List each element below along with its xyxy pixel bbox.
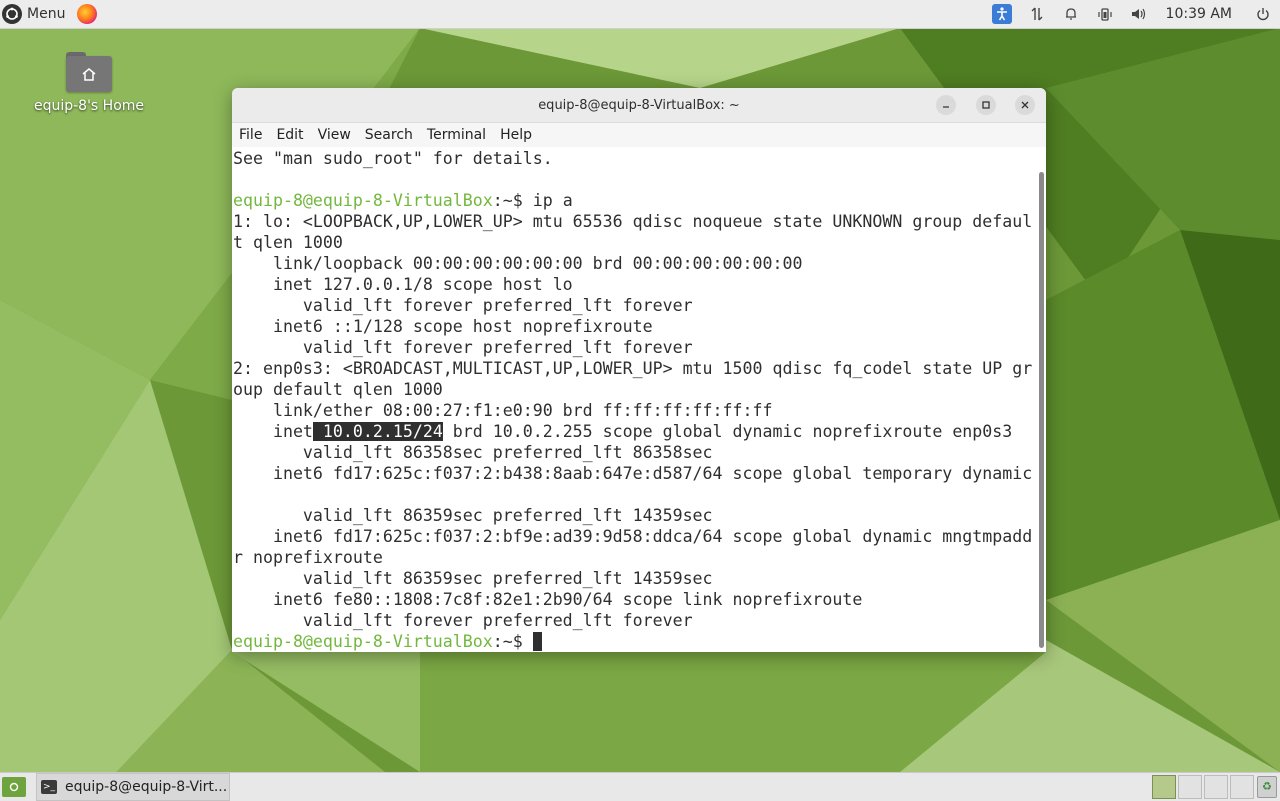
terminal-icon: >_ xyxy=(41,780,57,794)
selected-ip-address[interactable]: 10.0.2.15/24 xyxy=(312,422,443,441)
output-line: t qlen 1000 xyxy=(233,233,343,252)
output-line: 2: enp0s3: <BROADCAST,MULTICAST,UP,LOWER… xyxy=(233,359,1033,378)
taskbar-terminal-button[interactable]: >_ equip-8@equip-8-Virt... xyxy=(36,773,230,801)
output-line: valid_lft 86358sec preferred_lft 86358se… xyxy=(233,443,713,462)
output-line-suffix: brd 10.0.2.255 scope global dynamic nopr… xyxy=(442,422,1013,441)
bottom-panel: >_ equip-8@equip-8-Virt... ♻ xyxy=(0,772,1280,801)
notifications-icon[interactable] xyxy=(1058,0,1084,28)
maximize-button[interactable] xyxy=(976,95,996,115)
menu-button[interactable]: Menu xyxy=(0,0,71,28)
desktop-home-folder[interactable]: equip-8's Home xyxy=(30,52,148,114)
taskbar-terminal-label: equip-8@equip-8-Virt... xyxy=(65,779,228,795)
distro-logo-icon xyxy=(2,4,22,24)
output-line: oup default qlen 1000 xyxy=(233,380,443,399)
window-titlebar[interactable]: equip-8@equip-8-VirtualBox: ~ xyxy=(232,88,1046,123)
home-folder-icon xyxy=(66,52,112,92)
terminal-menubar: File Edit View Search Terminal Help xyxy=(232,123,1046,147)
menu-help[interactable]: Help xyxy=(493,127,539,143)
output-line: inet 127.0.0.1/8 scope host lo xyxy=(233,275,573,294)
output-line: valid_lft forever preferred_lft forever xyxy=(233,338,693,357)
minimize-button[interactable] xyxy=(936,95,956,115)
prompt-user: equip-8@equip-8-VirtualBox xyxy=(233,191,493,210)
home-folder-label: equip-8's Home xyxy=(33,98,145,114)
terminal-scrollbar[interactable] xyxy=(1039,172,1044,648)
menu-edit[interactable]: Edit xyxy=(269,127,310,143)
output-line: link/loopback 00:00:00:00:00:00 brd 00:0… xyxy=(233,254,803,273)
network-icon[interactable] xyxy=(1024,0,1050,28)
output-line-prefix: inet xyxy=(233,422,313,441)
workspace-4[interactable] xyxy=(1230,775,1254,799)
top-panel: Menu 10:39 AM xyxy=(0,0,1280,29)
workspace-2[interactable] xyxy=(1178,775,1202,799)
clock[interactable]: 10:39 AM xyxy=(1166,6,1232,22)
system-tray: 10:39 AM xyxy=(984,0,1280,28)
output-line: link/ether 08:00:27:f1:e0:90 brd ff:ff:f… xyxy=(233,401,773,420)
terminal-output[interactable]: See "man sudo_root" for details. equip-8… xyxy=(232,148,1046,652)
output-line: See "man sudo_root" for details. xyxy=(233,149,553,168)
prompt-suffix: :~$ xyxy=(492,191,523,210)
battery-icon[interactable] xyxy=(1092,0,1118,28)
prompt-suffix: :~$ xyxy=(492,632,523,651)
accessibility-icon[interactable] xyxy=(991,4,1012,24)
prompt-user: equip-8@equip-8-VirtualBox xyxy=(233,632,493,651)
output-line: 1: lo: <LOOPBACK,UP,LOWER_UP> mtu 65536 … xyxy=(233,212,1033,231)
workspace-1[interactable] xyxy=(1152,775,1176,799)
firefox-launcher-icon[interactable] xyxy=(77,4,98,24)
output-line: inet6 fd17:625c:f037:2:b438:8aab:647e:d5… xyxy=(233,464,1033,483)
trash-icon[interactable]: ♻ xyxy=(1257,776,1277,798)
power-icon[interactable] xyxy=(1250,0,1276,28)
menu-label: Menu xyxy=(27,6,66,22)
menu-file[interactable]: File xyxy=(232,127,269,143)
show-desktop-button[interactable] xyxy=(2,777,26,797)
workspace-3[interactable] xyxy=(1204,775,1228,799)
command-text: ip a xyxy=(522,191,573,210)
terminal-window[interactable]: equip-8@equip-8-VirtualBox: ~ File Edit … xyxy=(232,88,1046,652)
window-title: equip-8@equip-8-VirtualBox: ~ xyxy=(538,97,740,113)
output-line: valid_lft forever preferred_lft forever xyxy=(233,296,693,315)
text-cursor xyxy=(532,632,542,651)
volume-icon[interactable] xyxy=(1126,0,1152,28)
output-line: inet6 ::1/128 scope host noprefixroute xyxy=(233,317,653,336)
menu-search[interactable]: Search xyxy=(358,127,420,143)
menu-view[interactable]: View xyxy=(311,127,358,143)
output-line: r noprefixroute xyxy=(233,548,383,567)
menu-terminal[interactable]: Terminal xyxy=(420,127,493,143)
workspace-switcher xyxy=(1150,775,1254,799)
output-line: valid_lft 86359sec preferred_lft 14359se… xyxy=(233,569,713,588)
close-button[interactable] xyxy=(1015,95,1035,115)
output-line: valid_lft forever preferred_lft forever xyxy=(233,611,693,630)
output-line: valid_lft 86359sec preferred_lft 14359se… xyxy=(233,506,713,525)
output-line: inet6 fe80::1808:7c8f:82e1:2b90/64 scope… xyxy=(233,590,863,609)
output-line: inet6 fd17:625c:f037:2:bf9e:ad39:9d58:dd… xyxy=(233,527,1033,546)
